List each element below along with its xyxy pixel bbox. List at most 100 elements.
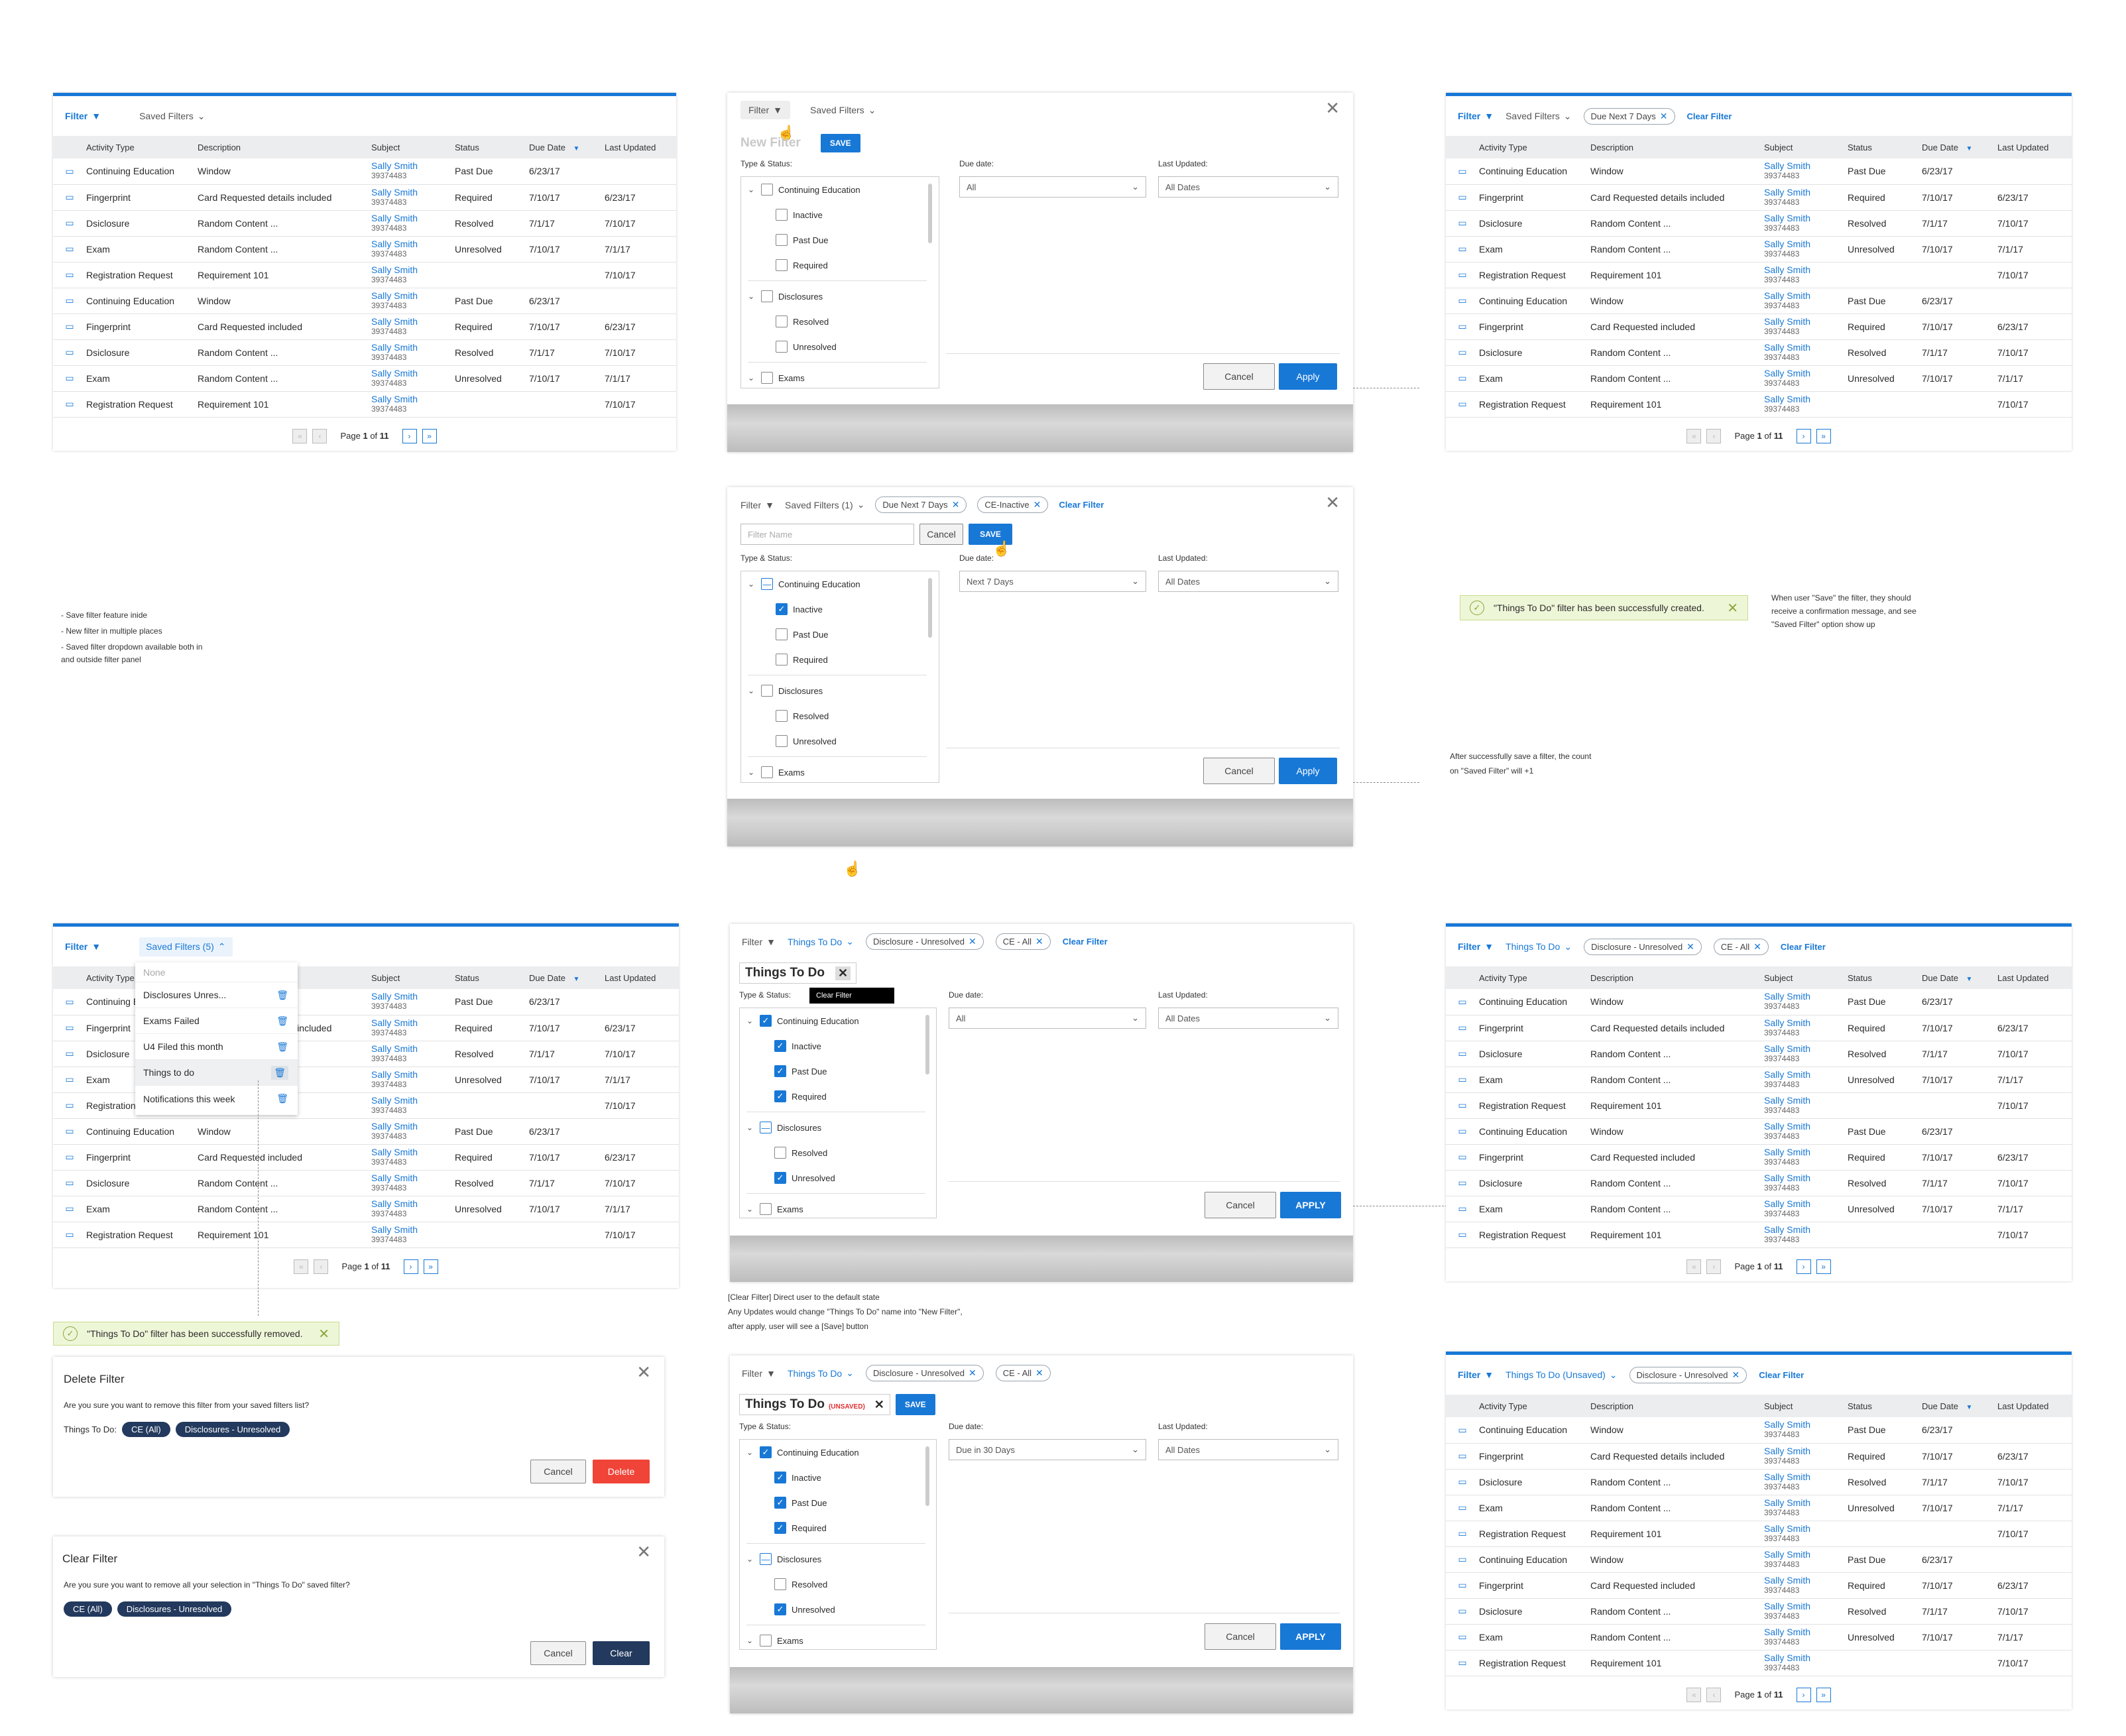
tree-disclosures[interactable]: ⌄ — Disclosures — [740, 1115, 936, 1140]
briefcase-icon[interactable]: ▭ — [53, 210, 82, 237]
cancel-button[interactable]: Cancel — [1203, 363, 1275, 390]
last-updated-select[interactable]: All Dates ⌄ — [1158, 176, 1338, 198]
last-page-icon[interactable]: » — [1816, 1687, 1831, 1702]
table-row[interactable]: ▭ Fingerprint Card Requested included Sally… — [1446, 1572, 2072, 1599]
trash-icon[interactable]: 🗑 — [276, 990, 288, 1001]
table-row[interactable]: ▭DsiclosureRandom Content ...Sally Smith… — [1446, 339, 2072, 366]
tree-resolved[interactable]: Resolved — [740, 1572, 936, 1597]
save-button[interactable]: SAVE — [820, 134, 860, 152]
table-row[interactable]: ▭Registration RequestRequirement 101Sall… — [1446, 1092, 2072, 1119]
first-page-icon[interactable]: « — [1686, 1259, 1702, 1274]
checkbox[interactable]: ✓ — [774, 1497, 786, 1509]
table-row[interactable]: ▭DsiclosureRandom Content ...Sally Smith… — [53, 1170, 679, 1196]
table-row[interactable]: ▭DsiclosureRandom Content ...Sally Smith… — [53, 210, 676, 237]
menu-item[interactable]: Notifications this week 🗑 — [135, 1086, 298, 1112]
cancel-button[interactable]: Cancel — [530, 1641, 586, 1665]
briefcase-icon[interactable]: ▭ — [1446, 1067, 1475, 1093]
table-row[interactable]: ▭DsiclosureRandom Content ...Sally Smith… — [53, 339, 676, 366]
briefcase-icon[interactable]: ▭ — [53, 184, 82, 211]
tree-disclosures[interactable]: ⌄ Disclosures — [741, 678, 939, 703]
checkbox[interactable]: ✓ — [774, 1090, 786, 1102]
table-row[interactable]: ▭ExamRandom Content ...Sally Smith393744… — [1446, 1495, 2072, 1521]
briefcase-icon[interactable]: ▭ — [53, 262, 82, 288]
filter-button[interactable]: Filter ▼ — [740, 500, 774, 510]
close-icon[interactable]: ✕ — [1035, 1367, 1043, 1379]
briefcase-icon[interactable]: ▭ — [1446, 184, 1475, 211]
cell-subject[interactable]: Sally Smith 39374483 — [1760, 1624, 1844, 1650]
cell-subject[interactable]: Sally Smith 39374483 — [367, 365, 451, 392]
cell-subject[interactable]: Sally Smith 39374483 — [367, 184, 451, 211]
checkbox[interactable]: — — [760, 1553, 772, 1565]
col-subject[interactable]: Subject — [1760, 136, 1844, 158]
first-page-icon[interactable]: « — [1686, 428, 1702, 443]
cell-subject[interactable]: Sally Smith 39374483 — [1760, 1572, 1844, 1599]
chip-disclosure-unresolved[interactable]: Disclosure - Unresolved ✕ — [1584, 938, 1702, 955]
briefcase-icon[interactable]: ▭ — [53, 1067, 82, 1093]
cell-subject[interactable]: Sally Smith 39374483 — [1760, 1546, 1844, 1573]
table-row[interactable]: ▭FingerprintCard Requested details inclu… — [1446, 1443, 2072, 1470]
briefcase-icon[interactable]: ▭ — [1446, 1015, 1475, 1041]
table-row[interactable]: ▭Continuing EducationWindowSally Smith39… — [1446, 989, 2072, 1015]
cell-subject[interactable]: Sally Smith 39374483 — [1760, 1015, 1844, 1041]
col-status[interactable]: Status — [451, 136, 525, 158]
table-row[interactable]: ▭Continuing EducationWindowSally Smith39… — [1446, 1118, 2072, 1145]
next-page-icon[interactable]: › — [402, 428, 417, 443]
prev-page-icon[interactable]: ‹ — [1706, 1687, 1722, 1702]
cancel-button[interactable]: Cancel — [1205, 1192, 1276, 1218]
checkbox[interactable] — [761, 184, 773, 196]
chip-disclosure-unresolved[interactable]: Disclosure - Unresolved ✕ — [1629, 1366, 1747, 1383]
briefcase-icon[interactable]: ▭ — [53, 1222, 82, 1248]
close-icon[interactable]: ✕ — [1660, 111, 1668, 122]
chevron-down-icon[interactable]: ⌄ — [746, 1636, 754, 1645]
chip-disclosure-unresolved[interactable]: Disclosure - Unresolved ✕ — [865, 1365, 984, 1381]
briefcase-icon[interactable]: ▭ — [1446, 365, 1475, 392]
cell-subject[interactable]: Sally Smith 39374483 — [1760, 989, 1844, 1015]
sort-down-icon[interactable]: ▼ — [573, 145, 580, 152]
briefcase-icon[interactable]: ▭ — [53, 1092, 82, 1119]
close-icon[interactable]: ✕ — [1753, 941, 1761, 953]
col-due-date[interactable]: Due Date ▼ — [1918, 136, 1993, 158]
col-subject[interactable]: Subject — [1760, 1395, 1844, 1417]
cell-subject[interactable]: Sally Smith 39374483 — [367, 1041, 451, 1067]
cell-subject[interactable]: Sally Smith 39374483 — [367, 1118, 451, 1145]
cell-subject[interactable]: Sally Smith 39374483 — [1760, 1067, 1844, 1093]
briefcase-icon[interactable]: ▭ — [53, 365, 82, 392]
filter-button[interactable]: Filter ▼ — [740, 101, 790, 119]
table-row[interactable]: ▭Continuing EducationWindowSally Smith39… — [1446, 1417, 2072, 1444]
table-row[interactable]: ▭Continuing EducationWindowSally Smith39… — [1446, 1546, 2072, 1573]
tree-unresolved[interactable]: Unresolved — [741, 728, 939, 754]
checkbox[interactable]: — — [760, 1122, 772, 1133]
close-icon[interactable]: ✕ — [1732, 1369, 1740, 1381]
tree-exams[interactable]: ⌄ Exams — [741, 760, 939, 782]
cell-subject[interactable]: Sally Smith 39374483 — [1760, 1170, 1844, 1196]
tree-required[interactable]: ✓ Required — [740, 1084, 936, 1109]
cell-subject[interactable]: Sally Smith 39374483 — [1760, 236, 1844, 262]
last-page-icon[interactable]: » — [422, 428, 437, 443]
due-date-select[interactable]: All ⌄ — [949, 1008, 1146, 1029]
close-icon[interactable]: ✕ — [1686, 941, 1694, 953]
checkbox[interactable]: ✓ — [774, 1172, 786, 1184]
table-row[interactable]: ▭DsiclosureRandom Content ...Sally Smith… — [1446, 1041, 2072, 1067]
chip-due-next7[interactable]: Due Next 7 Days ✕ — [1583, 107, 1675, 125]
cell-subject[interactable]: Sally Smith 39374483 — [1760, 1598, 1844, 1625]
clear-filter-link[interactable]: Clear Filter — [1781, 942, 1826, 952]
last-page-icon[interactable]: » — [1816, 428, 1831, 443]
saved-filters-dropdown[interactable]: Things To Do ⌄ — [788, 936, 854, 947]
last-updated-select[interactable]: All Dates ⌄ — [1158, 1008, 1338, 1029]
checkbox[interactable]: ✓ — [760, 1015, 772, 1027]
checkbox[interactable]: ✓ — [774, 1522, 786, 1534]
briefcase-icon[interactable]: ▭ — [1446, 339, 1475, 366]
briefcase-icon[interactable]: ▭ — [53, 1170, 82, 1196]
table-row[interactable]: ▭Continuing EducationWindowSally Smith39… — [1446, 158, 2072, 185]
chip-ce-all[interactable]: CE - All ✕ — [1713, 938, 1769, 955]
col-description[interactable]: Description — [1586, 1395, 1760, 1417]
last-page-icon[interactable]: » — [1816, 1259, 1831, 1274]
table-row[interactable]: ▭FingerprintCard Requested details inclu… — [1446, 184, 2072, 211]
prev-page-icon[interactable]: ‹ — [1706, 428, 1722, 443]
sort-down-icon[interactable]: ▼ — [1966, 145, 1973, 152]
cell-subject[interactable]: Sally Smith 39374483 — [367, 262, 451, 288]
briefcase-icon[interactable]: ▭ — [1446, 391, 1475, 418]
col-activity-type[interactable]: Activity Type — [1475, 136, 1586, 158]
first-page-icon[interactable]: « — [294, 1259, 309, 1274]
cancel-button[interactable]: Cancel — [1203, 758, 1275, 784]
